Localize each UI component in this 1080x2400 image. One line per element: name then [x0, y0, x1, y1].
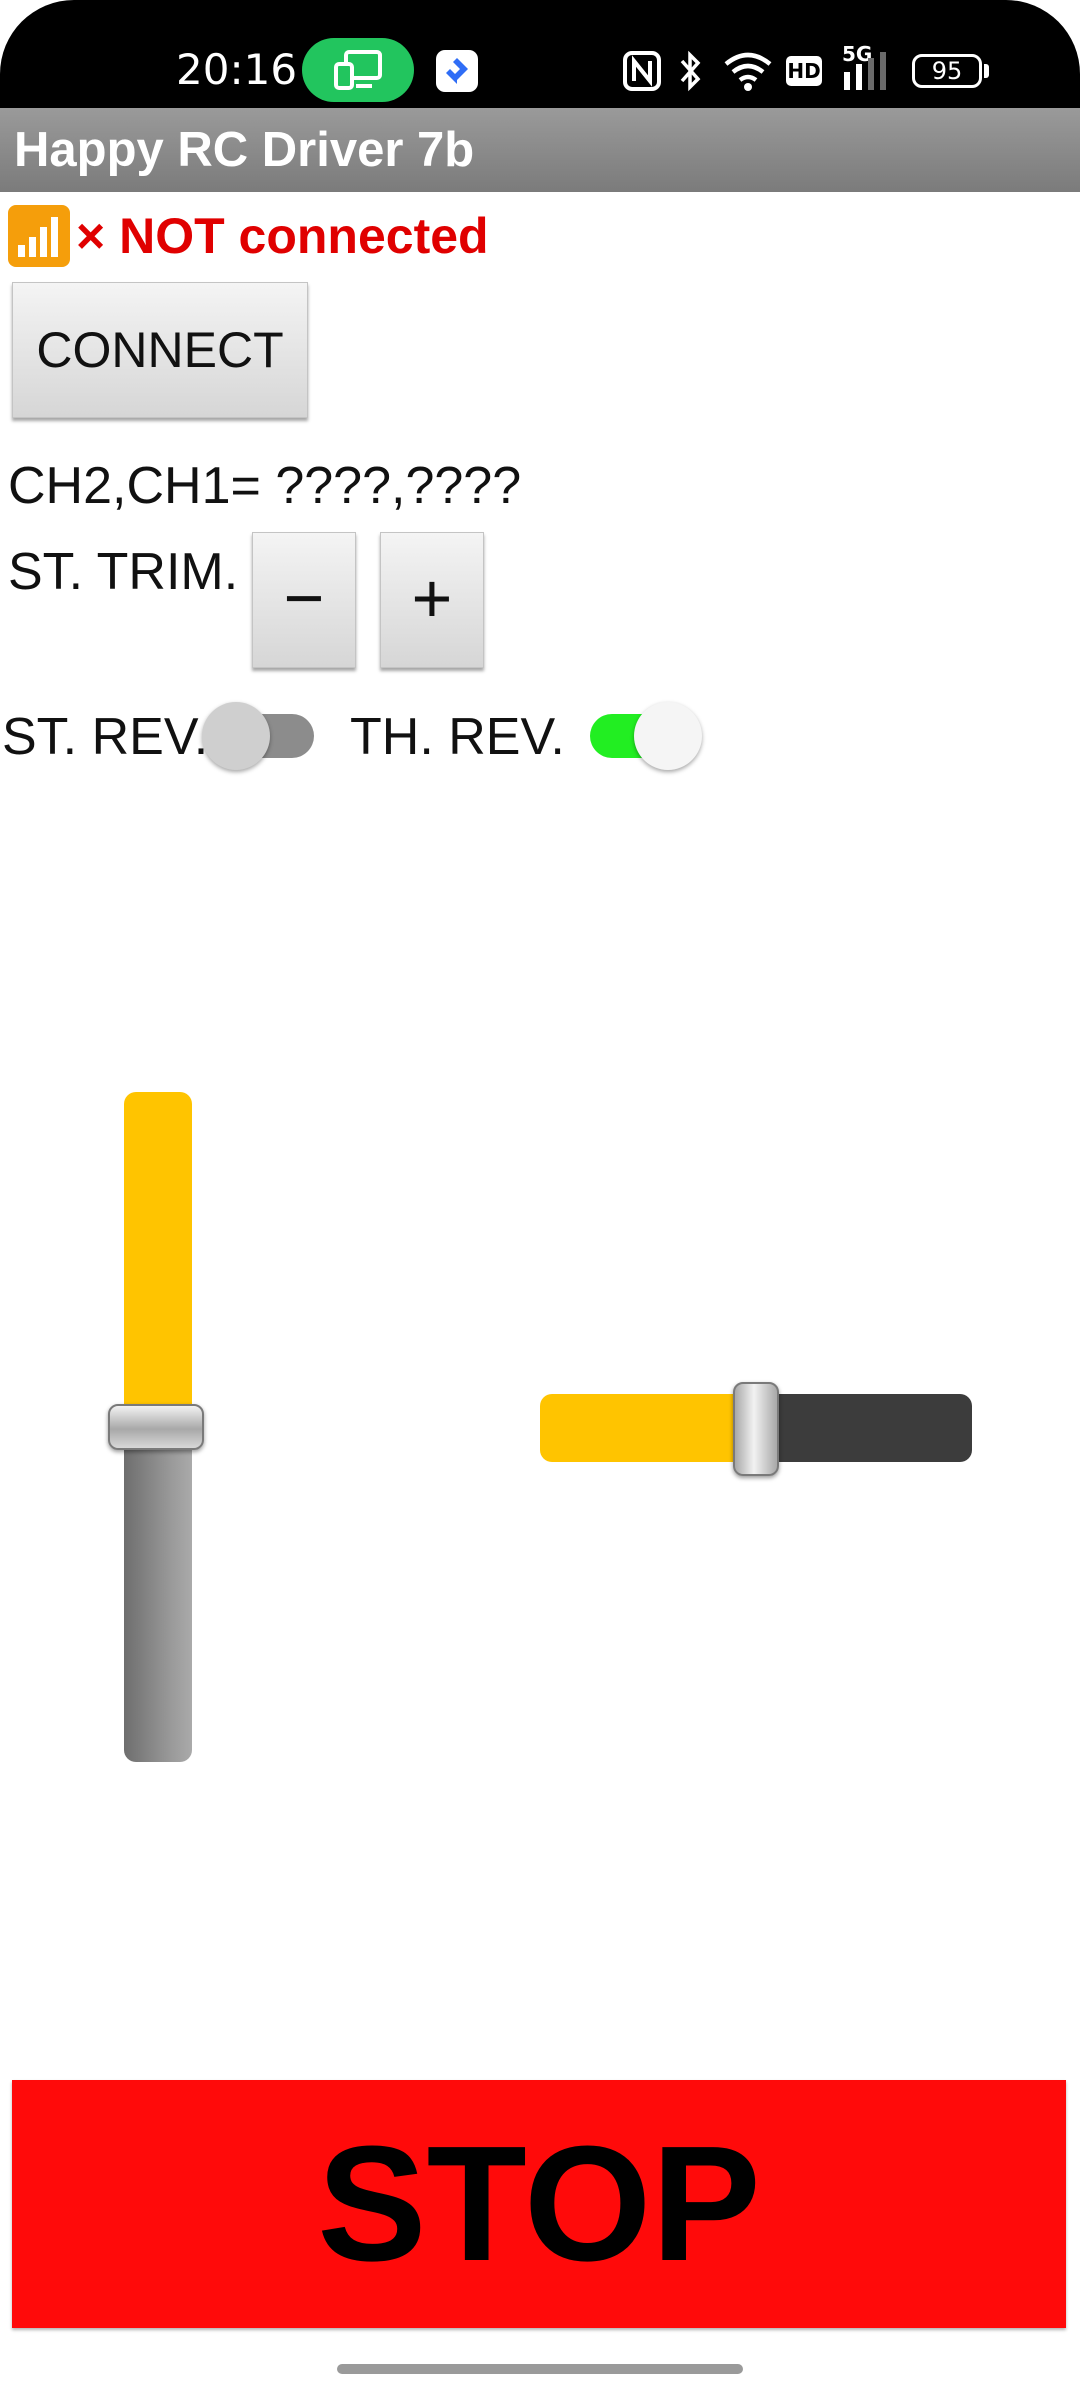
- steering-slider-fill: [540, 1394, 756, 1462]
- cellular-signal-icon: 5G: [838, 42, 898, 92]
- steering-slider-track: [756, 1394, 972, 1462]
- steering-slider-thumb[interactable]: [733, 1382, 779, 1476]
- throttle-reverse-label: TH. REV.: [350, 708, 565, 766]
- screen-cast-icon[interactable]: [302, 38, 414, 102]
- throttle-slider[interactable]: [106, 1092, 206, 1762]
- steering-trim-label: ST. TRIM.: [8, 543, 239, 601]
- app-title: Happy RC Driver 7b: [14, 123, 475, 177]
- status-bar: 20:16 HD 5G 95: [0, 0, 1080, 108]
- throttle-slider-fill: [124, 1092, 192, 1427]
- battery-level: 95: [931, 57, 963, 85]
- trim-decrease-button[interactable]: −: [252, 532, 356, 668]
- app-notification-icon: [436, 50, 478, 92]
- throttle-slider-thumb[interactable]: [108, 1404, 204, 1450]
- steering-slider[interactable]: [540, 1382, 972, 1484]
- wifi-icon: [724, 52, 772, 91]
- steering-reverse-label: ST. REV.: [2, 708, 209, 766]
- toggle-thumb: [634, 702, 702, 770]
- nfc-icon: [623, 51, 661, 91]
- connection-status-text: × NOT connected: [76, 208, 489, 264]
- bluetooth-icon: [680, 50, 701, 92]
- throttle-reverse-toggle[interactable]: [590, 702, 702, 770]
- steering-reverse-toggle[interactable]: [202, 702, 314, 770]
- trim-increase-button[interactable]: +: [380, 532, 484, 668]
- throttle-slider-track: [124, 1427, 192, 1762]
- connect-button[interactable]: CONNECT: [12, 282, 308, 418]
- stop-button[interactable]: STOP: [12, 2080, 1066, 2328]
- connection-status: × NOT connected: [8, 204, 489, 268]
- status-time: 20:16: [176, 45, 298, 94]
- battery-icon: 95: [912, 54, 982, 88]
- signal-bars-icon: [8, 205, 70, 267]
- app-screen: 20:16 HD 5G 95 Happy RC Driver 7b × NOT …: [0, 0, 1080, 2400]
- hd-icon: HD: [786, 56, 822, 86]
- app-title-bar: Happy RC Driver 7b: [0, 108, 1080, 192]
- channel-readout: CH2,CH1= ????,????: [8, 457, 522, 515]
- toggle-thumb: [202, 702, 270, 770]
- battery-cap: [984, 64, 989, 78]
- home-indicator[interactable]: [337, 2364, 743, 2374]
